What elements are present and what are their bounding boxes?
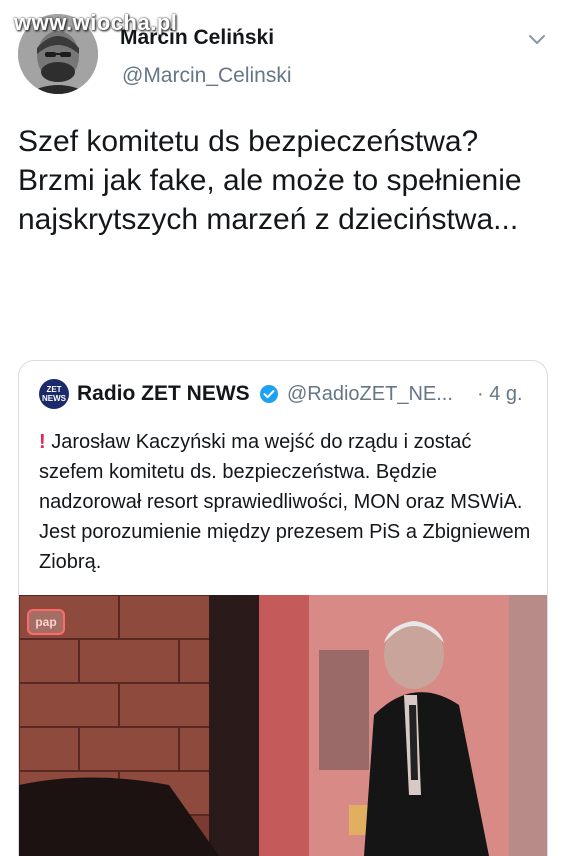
quoted-text-body: Jarosław Kaczyński ma wejść do rządu i z…	[39, 431, 531, 573]
verified-badge-icon	[260, 385, 278, 403]
site-watermark: www.wiocha.pl	[14, 10, 178, 35]
alert-mark: !	[39, 431, 46, 453]
news-photo	[19, 595, 547, 856]
quoted-author-name[interactable]: Radio ZET NEWS	[77, 382, 250, 406]
quoted-tweet-image[interactable]: pap	[19, 595, 547, 856]
tweet-text: Szef komitetu ds bezpieczeństwa? Brzmi j…	[18, 125, 522, 236]
author-handle[interactable]: @Marcin_Celinski	[122, 64, 292, 88]
quoted-tweet-text: ! Jarosław Kaczyński ma wejść do rządu i…	[39, 427, 531, 577]
radio-zet-logo[interactable]: ZET NEWS	[39, 379, 69, 409]
chevron-down-icon[interactable]	[526, 28, 548, 50]
quoted-author-handle[interactable]: @RadioZET_NE...	[287, 383, 453, 406]
pap-badge: pap	[27, 609, 65, 635]
quoted-tweet-card[interactable]: ZET NEWS Radio ZET NEWS @RadioZET_NE... …	[18, 360, 548, 856]
quoted-timestamp[interactable]: · 4 g.	[477, 383, 523, 406]
